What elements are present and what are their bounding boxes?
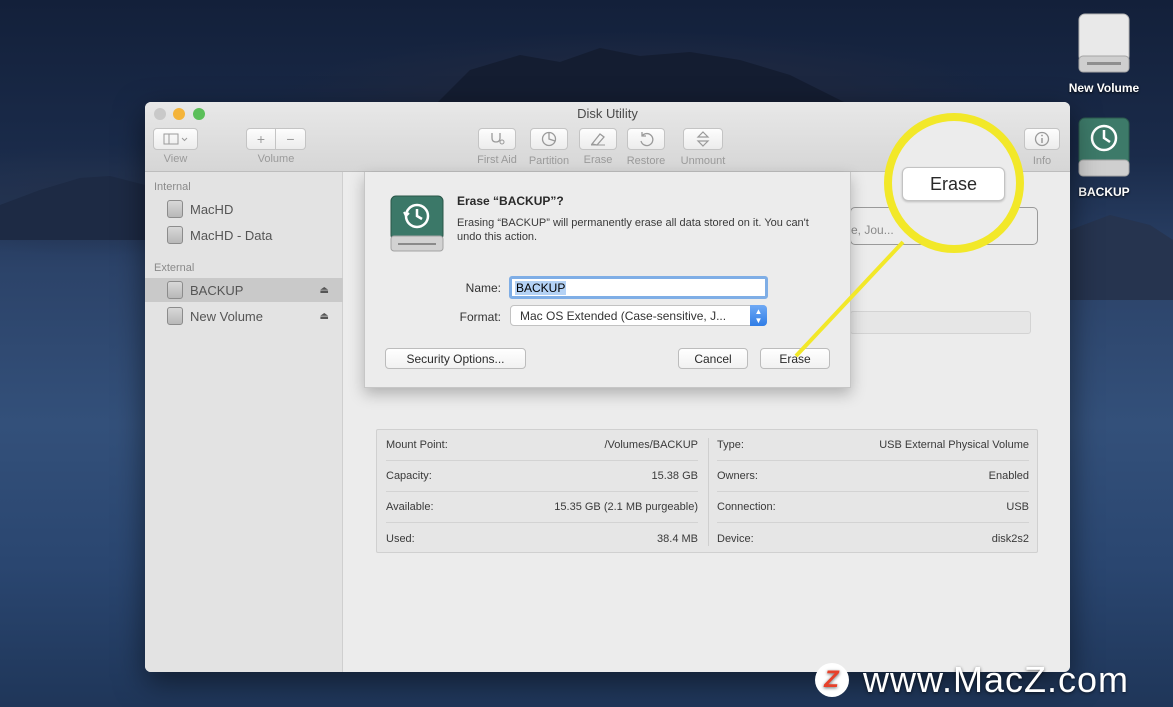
erase-callout-magnifier: Erase bbox=[884, 113, 1024, 253]
erase-button-zoomed: Erase bbox=[902, 167, 1005, 201]
callout-pointer-line bbox=[794, 240, 905, 358]
watermark: Z www.MacZ.com bbox=[815, 659, 1130, 700]
watermark-logo: Z bbox=[815, 663, 849, 697]
watermark-text: www.MacZ.com bbox=[863, 659, 1130, 700]
